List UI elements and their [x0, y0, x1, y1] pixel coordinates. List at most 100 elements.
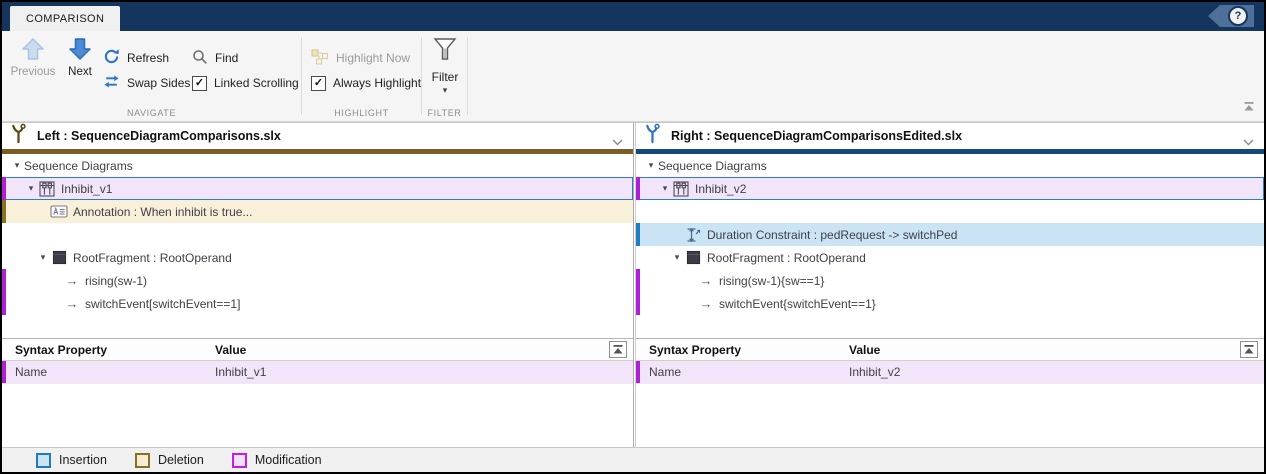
expander-icon[interactable]: ▾ [670, 252, 684, 263]
tree-row-message-rising[interactable]: → rising(sw-1) [2, 269, 633, 292]
checkbox-checked-icon[interactable]: ✓ [311, 76, 326, 91]
previous-button[interactable]: Previous [7, 37, 59, 78]
modification-marker [636, 269, 640, 292]
sequence-diagram-icon [672, 181, 690, 197]
group-separator [421, 37, 422, 115]
message-arrow-icon: → [698, 273, 714, 288]
message-arrow-icon: → [64, 273, 80, 288]
section-navigate-label: NAVIGATE [2, 108, 301, 118]
tree-row-inhibit-v2[interactable]: ▾ Inhibit_v2 [636, 177, 1264, 200]
modification-swatch-icon [232, 453, 247, 468]
help-button[interactable]: ? [1208, 5, 1254, 27]
modification-marker [636, 292, 640, 315]
help-icon: ? [1228, 6, 1248, 26]
collapse-table-button[interactable] [1240, 341, 1258, 358]
search-icon [192, 49, 208, 68]
filter-button[interactable]: Filter ▾ [423, 37, 467, 95]
legend-modification-label: Modification [255, 453, 322, 467]
previous-label: Previous [7, 66, 59, 78]
table-header: Syntax Property Value [636, 338, 1264, 361]
branch-compare-icon [644, 123, 661, 149]
legend-deletion: Deletion [135, 453, 204, 468]
legend-bar: Insertion Deletion Modification [2, 447, 1264, 472]
left-property-table: Syntax Property Value Name Inhibit_v1 [2, 338, 633, 384]
branch-compare-icon [10, 123, 27, 149]
always-highlight-label: Always Highlight [333, 76, 421, 90]
ribbon-toolbar: Previous Next Refresh Swap Sides [2, 31, 1264, 122]
sequence-diagram-icon [38, 181, 56, 197]
tree-row-label: rising(sw-1) [85, 274, 147, 288]
table-row[interactable]: Name Inhibit_v1 [2, 361, 633, 384]
tree-row-sequence-diagrams[interactable]: ▾ Sequence Diagrams [636, 154, 1264, 177]
refresh-label: Refresh [127, 51, 169, 65]
modification-marker [636, 177, 640, 200]
syntax-property-header: Syntax Property [636, 343, 741, 357]
right-pane-title: Right : SequenceDiagramComparisonsEdited… [671, 129, 962, 143]
tree-row-duration-constraint[interactable]: Duration Constraint : pedRequest -> swit… [636, 223, 1264, 246]
group-separator [467, 37, 468, 115]
swap-sides-button[interactable]: Swap Sides [103, 74, 190, 92]
tab-comparison[interactable]: COMPARISON [10, 6, 120, 31]
tree-row-label: Duration Constraint : pedRequest -> swit… [707, 228, 957, 242]
modification-marker [2, 177, 6, 200]
refresh-button[interactable]: Refresh [103, 49, 169, 67]
left-pane-header: Left : SequenceDiagramComparisons.slx [2, 123, 633, 149]
tree-row-message-switchevent[interactable]: → switchEvent[switchEvent==1] [2, 292, 633, 315]
tree-row-label: switchEvent[switchEvent==1] [85, 297, 240, 311]
group-separator [301, 37, 302, 115]
linked-scrolling-label: Linked Scrolling [214, 76, 299, 90]
next-button[interactable]: Next [58, 37, 102, 78]
linked-scrolling-checkbox[interactable]: ✓ Linked Scrolling [192, 74, 299, 92]
highlight-now-button[interactable]: Highlight Now [311, 49, 410, 67]
expander-icon[interactable]: ▾ [24, 183, 38, 194]
modification-marker [2, 361, 6, 383]
annotation-icon [50, 204, 68, 220]
expander-icon[interactable]: ▾ [36, 252, 50, 263]
tree-row-label: Inhibit_v2 [695, 182, 746, 196]
tree-row-label: Inhibit_v1 [61, 182, 112, 196]
modification-marker [2, 292, 6, 315]
refresh-icon [103, 48, 120, 68]
insertion-swatch-icon [36, 453, 51, 468]
tree-row-message-rising[interactable]: → rising(sw-1){sw==1} [636, 269, 1264, 292]
filter-dropdown-icon[interactable]: ▾ [423, 86, 467, 95]
highlight-now-icon [311, 49, 329, 68]
collapse-table-button[interactable] [609, 341, 627, 358]
checkbox-checked-icon[interactable]: ✓ [192, 76, 207, 91]
find-button[interactable]: Find [192, 49, 238, 67]
tree-row-annotation[interactable]: Annotation : When inhibit is true... [2, 200, 633, 223]
always-highlight-checkbox[interactable]: ✓ Always Highlight [311, 74, 421, 92]
right-pane-header: Right : SequenceDiagramComparisonsEdited… [636, 123, 1264, 149]
tree-row-label: switchEvent{switchEvent==1} [719, 297, 876, 311]
tree-row-label: rising(sw-1){sw==1} [719, 274, 824, 288]
section-highlight-label: HIGHLIGHT [301, 108, 422, 118]
tree-row-empty [2, 223, 633, 246]
title-bar: COMPARISON ? [2, 2, 1264, 31]
expander-icon[interactable]: ▾ [10, 160, 24, 171]
fragment-icon [684, 250, 702, 266]
tree-row-rootfragment[interactable]: ▾ RootFragment : RootOperand [2, 246, 633, 269]
left-pane: Left : SequenceDiagramComparisons.slx ▾ … [2, 123, 633, 447]
tree-row-label: RootFragment : RootOperand [707, 251, 866, 265]
property-cell: Name [636, 365, 681, 379]
filter-funnel-icon [432, 49, 458, 66]
minimize-ribbon-button[interactable] [1242, 99, 1256, 117]
syntax-property-header: Syntax Property [2, 343, 107, 357]
tree-row-label: Sequence Diagrams [24, 159, 133, 173]
comparison-tool-window: COMPARISON ? Previous Next Ref [0, 0, 1266, 474]
legend-modification: Modification [232, 453, 322, 468]
message-arrow-icon: → [698, 296, 714, 311]
left-pane-title: Left : SequenceDiagramComparisons.slx [37, 129, 281, 143]
tree-row-rootfragment[interactable]: ▾ RootFragment : RootOperand [636, 246, 1264, 269]
find-label: Find [215, 51, 238, 65]
message-arrow-icon: → [64, 296, 80, 311]
tree-row-message-switchevent[interactable]: → switchEvent{switchEvent==1} [636, 292, 1264, 315]
expander-icon[interactable]: ▾ [658, 183, 672, 194]
tree-row-inhibit-v1[interactable]: ▾ Inhibit_v1 [2, 177, 633, 200]
expander-icon[interactable]: ▾ [644, 160, 658, 171]
tree-row-sequence-diagrams[interactable]: ▾ Sequence Diagrams [2, 154, 633, 177]
table-row[interactable]: Name Inhibit_v2 [636, 361, 1264, 384]
legend-deletion-label: Deletion [158, 453, 204, 467]
right-pane: Right : SequenceDiagramComparisonsEdited… [636, 123, 1264, 447]
next-label: Next [58, 66, 102, 78]
